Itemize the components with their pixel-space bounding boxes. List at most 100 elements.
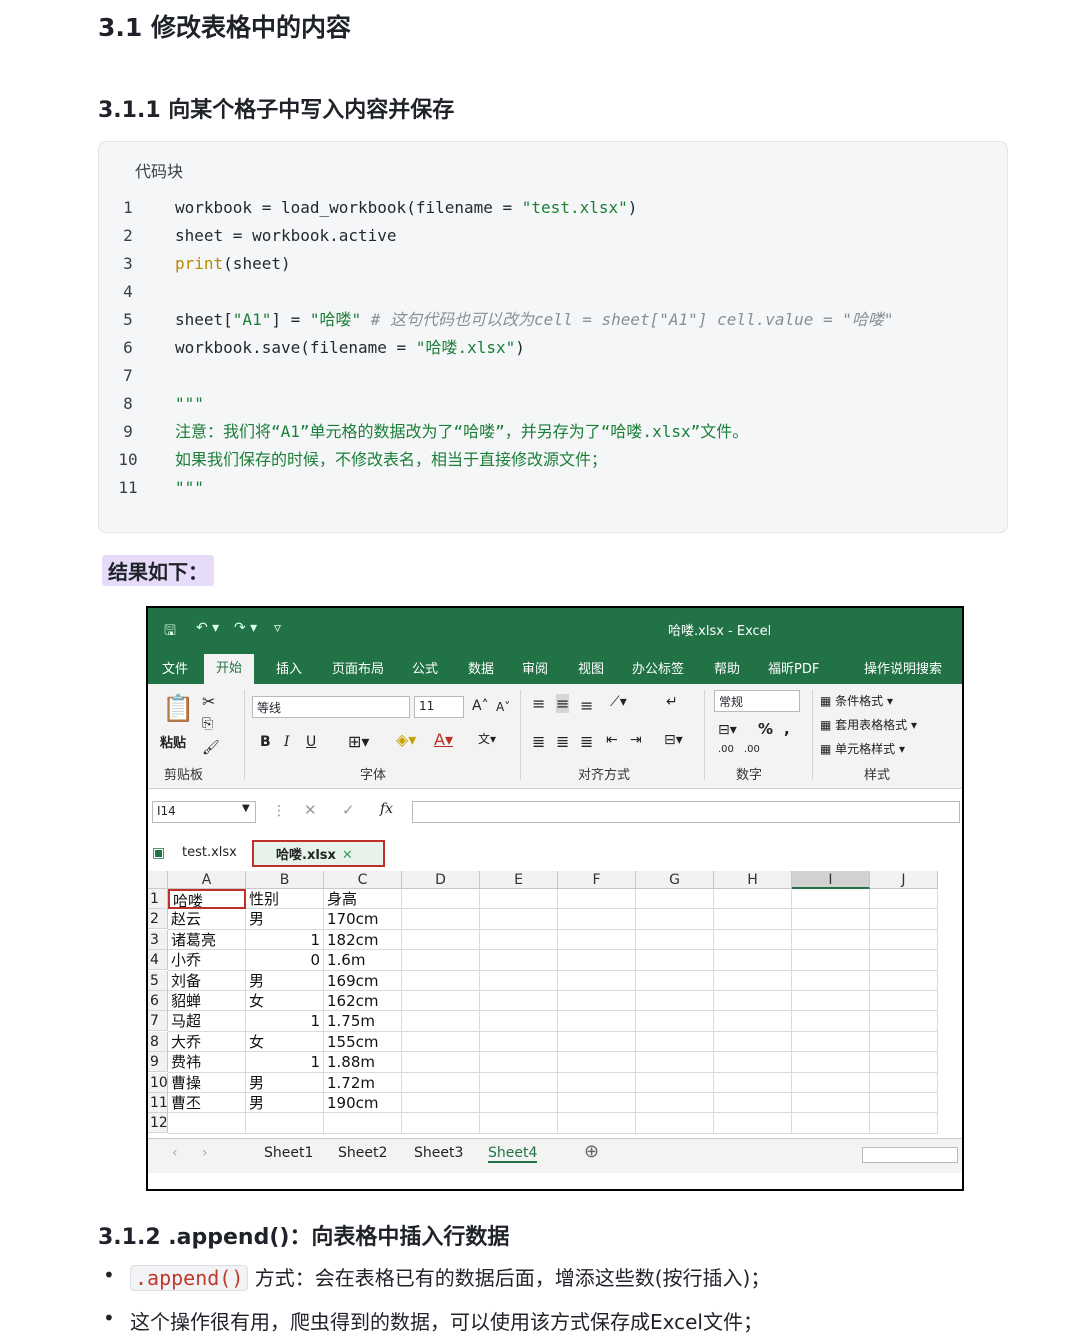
cell[interactable] [402, 1093, 480, 1114]
cell[interactable]: 1.75m [324, 1011, 402, 1032]
cell[interactable] [324, 1113, 402, 1134]
cell[interactable] [402, 1072, 480, 1093]
cell[interactable] [870, 1011, 938, 1032]
cell[interactable] [402, 889, 480, 910]
file-tab-test[interactable]: test.xlsx [182, 845, 237, 860]
cell[interactable] [558, 889, 636, 910]
cell[interactable]: 1.72m [324, 1072, 402, 1093]
cell[interactable]: 诸葛亮 [168, 929, 246, 951]
redo-icon[interactable]: ↷ ▾ [234, 620, 257, 636]
cell[interactable] [480, 970, 558, 991]
align-left-icon[interactable]: ≣ [532, 732, 545, 751]
cell[interactable] [480, 1093, 558, 1114]
menu-tab[interactable]: 插入 [276, 658, 302, 677]
cell[interactable] [636, 889, 714, 910]
cell[interactable] [792, 1011, 870, 1032]
cell[interactable] [558, 1072, 636, 1093]
select-all-corner[interactable] [148, 871, 168, 889]
cell[interactable] [636, 1113, 714, 1134]
comma-icon[interactable]: , [784, 720, 790, 738]
cell[interactable] [402, 950, 480, 971]
cell[interactable] [480, 909, 558, 930]
cell[interactable]: 男 [246, 1072, 324, 1093]
cell[interactable] [558, 1093, 636, 1114]
underline-button[interactable]: U [306, 734, 316, 750]
phonetic-icon[interactable]: 文▾ [478, 730, 496, 747]
sheet-tab[interactable]: Sheet2 [338, 1145, 387, 1161]
cell[interactable] [480, 929, 558, 951]
currency-icon[interactable]: ⊟▾ [718, 722, 737, 738]
row-header[interactable]: 7 [148, 1011, 168, 1032]
cell[interactable] [792, 970, 870, 991]
cell[interactable]: 155cm [324, 1031, 402, 1053]
column-header[interactable]: D [402, 871, 480, 889]
cell[interactable]: 女 [246, 991, 324, 1012]
cell[interactable] [792, 929, 870, 951]
cell[interactable]: 赵云 [168, 909, 246, 930]
wrap-text-icon[interactable]: ↵ [666, 694, 678, 710]
cell[interactable] [636, 991, 714, 1012]
align-top-icon[interactable]: ≡ [532, 694, 545, 713]
cell[interactable]: 费祎 [168, 1052, 246, 1073]
sheet-tab[interactable]: Sheet4 [488, 1145, 538, 1163]
row-header[interactable]: 1 [148, 889, 168, 909]
cell[interactable] [714, 970, 792, 991]
cell[interactable] [792, 889, 870, 910]
cell[interactable]: 刘备 [168, 970, 246, 991]
font-name-select[interactable]: 等线 [252, 696, 410, 718]
cell[interactable]: 1.88m [324, 1052, 402, 1073]
cell[interactable] [792, 1093, 870, 1114]
align-middle-icon[interactable]: ≡ [556, 694, 570, 713]
cell[interactable] [480, 1011, 558, 1032]
menu-tab[interactable]: 页面布局 [332, 658, 384, 677]
cell[interactable] [792, 1052, 870, 1073]
cell[interactable] [558, 1052, 636, 1073]
row-header[interactable]: 5 [148, 970, 168, 991]
align-right-icon[interactable]: ≣ [580, 732, 593, 751]
cell[interactable] [714, 889, 792, 910]
confirm-icon[interactable]: ✓ [342, 801, 355, 819]
cell[interactable] [636, 909, 714, 930]
increase-decimal-icon[interactable]: .00 [718, 744, 734, 755]
align-center-icon[interactable]: ≣ [556, 732, 569, 751]
cell[interactable] [870, 1113, 938, 1134]
cell[interactable] [480, 991, 558, 1012]
cell[interactable] [870, 1031, 938, 1053]
menu-tab[interactable]: 文件 [162, 658, 188, 677]
cell[interactable]: 190cm [324, 1093, 402, 1114]
cell[interactable]: 1.6m [324, 950, 402, 971]
menu-tab[interactable]: 数据 [468, 658, 494, 677]
menu-tab[interactable]: 福昕PDF [768, 658, 819, 677]
cell[interactable] [558, 909, 636, 930]
cell[interactable] [636, 950, 714, 971]
increase-indent-icon[interactable]: ⇥ [630, 732, 642, 748]
cell[interactable] [402, 991, 480, 1012]
cell[interactable]: 大乔 [168, 1031, 246, 1053]
horizontal-scrollbar[interactable] [862, 1147, 958, 1163]
cell[interactable] [870, 1072, 938, 1093]
cell[interactable]: 男 [246, 1093, 324, 1114]
cell[interactable] [714, 1113, 792, 1134]
cell[interactable] [714, 1072, 792, 1093]
cell[interactable]: 0 [246, 950, 324, 971]
cell[interactable] [558, 950, 636, 971]
row-header[interactable]: 12 [148, 1113, 168, 1134]
customize-icon[interactable]: ▿ [274, 620, 281, 636]
cell[interactable] [558, 929, 636, 951]
name-box[interactable]: I14 [152, 801, 256, 823]
cell[interactable] [636, 1052, 714, 1073]
cell[interactable]: 182cm [324, 929, 402, 951]
font-color-icon[interactable]: A▾ [434, 730, 453, 749]
cell-styles-button[interactable]: ▦ 单元格样式 ▾ [820, 740, 905, 757]
menu-tab[interactable]: 视图 [578, 658, 604, 677]
column-header[interactable]: B [246, 871, 324, 889]
save-icon[interactable]: 🖫 [164, 620, 176, 644]
cell[interactable] [870, 1052, 938, 1073]
format-as-table-button[interactable]: ▦ 套用表格格式 ▾ [820, 716, 917, 733]
cell[interactable]: 162cm [324, 991, 402, 1012]
conditional-format-button[interactable]: ▦ 条件格式 ▾ [820, 692, 893, 709]
cell[interactable] [636, 929, 714, 951]
cell[interactable] [480, 1031, 558, 1053]
column-header[interactable]: I [792, 871, 870, 889]
cell[interactable] [792, 1031, 870, 1053]
